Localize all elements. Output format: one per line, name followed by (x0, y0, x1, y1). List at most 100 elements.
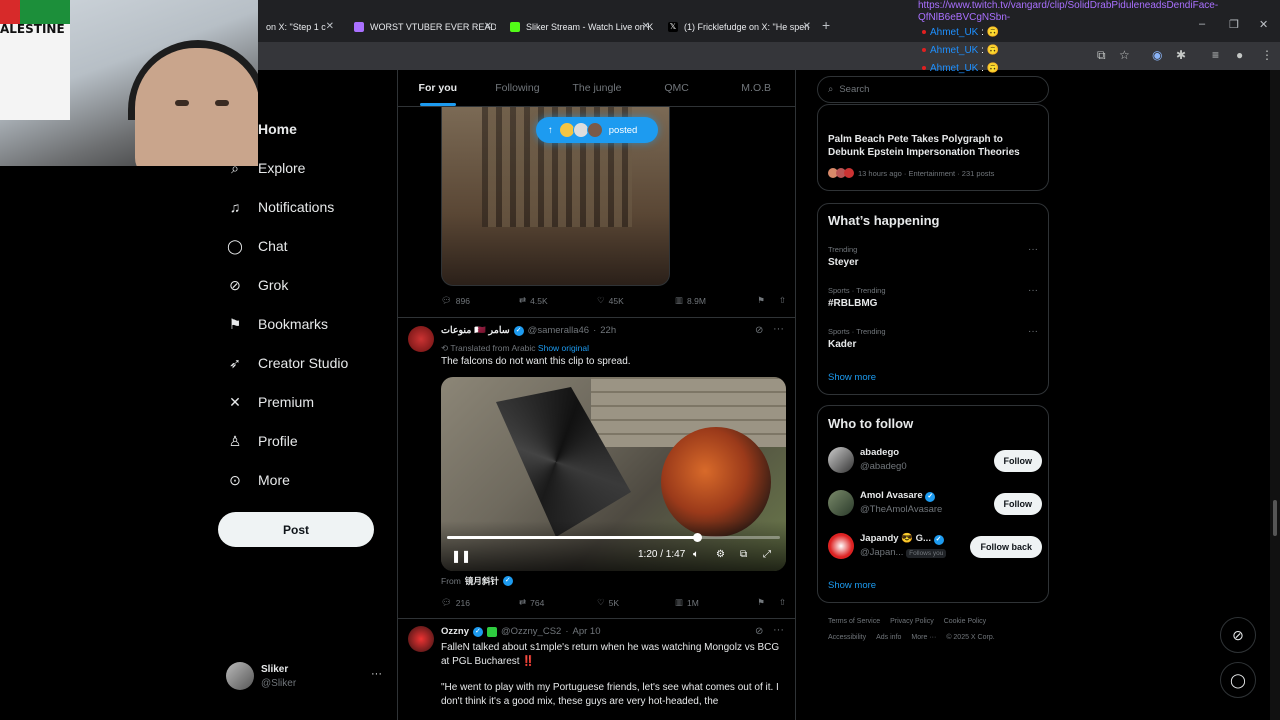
follow-button[interactable]: Follow (993, 450, 1042, 472)
search-input[interactable]: ⌕ Search (817, 76, 1049, 103)
nav-profile[interactable]: ♙ Profile (226, 432, 298, 450)
media-icon[interactable]: ≡ (1212, 48, 1219, 62)
follow-suggestion[interactable]: abadego @abadeg0 Follow (828, 445, 1042, 477)
grok-fab[interactable]: ⊘ (1220, 617, 1256, 653)
follow-back-button[interactable]: Follow back (970, 536, 1042, 558)
show-original-link[interactable]: Show original (538, 343, 589, 353)
browser-tab[interactable]: on X: "Step 1 c ✕ (258, 14, 338, 40)
avatar[interactable] (408, 326, 434, 352)
close-icon[interactable]: ✕ (642, 21, 650, 32)
footer-link[interactable]: More ··· (911, 634, 936, 641)
new-posts-pill[interactable]: ↑ posted (536, 117, 658, 143)
fullscreen-icon[interactable]: ⤢ (763, 549, 771, 560)
trend-name[interactable]: Kader (828, 339, 856, 350)
tab-qmc[interactable]: QMC (637, 70, 717, 106)
scrubber-handle[interactable] (692, 533, 702, 542)
bookmark-icon[interactable]: ⚑ (757, 597, 765, 608)
follow-suggestion[interactable]: Japandy 😎 G... ✓ @Japan... Follows you F… (828, 531, 1042, 563)
close-icon[interactable]: ✕ (803, 21, 811, 32)
show-more-link[interactable]: Show more (828, 580, 876, 591)
browser-tab[interactable]: Sliker Stream - Watch Live on K ✕ (502, 14, 654, 40)
bookmark-icon[interactable]: ⚑ (757, 295, 765, 306)
trend-name[interactable]: Steyer (828, 257, 859, 268)
nav-premium[interactable]: ✕ Premium (226, 393, 314, 411)
close-window-button[interactable]: ✕ (1259, 18, 1268, 31)
chat-fab[interactable]: ◯ (1220, 662, 1256, 698)
follow-suggestion[interactable]: Amol Avasare ✓ @TheAmolAvasare Follow (828, 488, 1042, 520)
news-card[interactable]: Palm Beach Pete Takes Polygraph to Debun… (817, 104, 1049, 191)
trend-name[interactable]: #RBLBMG (828, 298, 877, 309)
more-icon[interactable]: ··· (371, 668, 382, 680)
close-icon[interactable]: ✕ (484, 21, 492, 32)
new-tab-button[interactable]: + (822, 17, 830, 33)
like-button[interactable]: ♡ 45K (597, 295, 675, 306)
footer-link[interactable]: Accessibility (828, 634, 866, 641)
views-button[interactable]: ▥ 1M (675, 597, 753, 608)
post-time[interactable]: Apr 10 (573, 626, 601, 637)
extensions-icon[interactable]: ✱ (1176, 48, 1186, 62)
author-handle[interactable]: @sameralla46 (528, 325, 589, 336)
more-icon[interactable]: ··· (1028, 326, 1038, 337)
nav-notifications[interactable]: ♫ Notifications (226, 198, 335, 216)
volume-icon[interactable]: 🔈︎ (693, 549, 699, 560)
grok-icon[interactable]: ⊘ (755, 325, 763, 336)
nav-bookmarks[interactable]: ⚑ Bookmarks (226, 315, 328, 333)
post-time[interactable]: 22h (600, 325, 616, 336)
source-name[interactable]: 镜月斜针 (465, 575, 499, 587)
more-icon[interactable]: ··· (1028, 285, 1038, 296)
post-button[interactable]: Post (218, 512, 374, 547)
reply-button[interactable]: 💬︎ 896 (441, 295, 519, 306)
settings-icon[interactable]: ⚙ (716, 549, 725, 560)
footer-links: Terms of Service Privacy Policy Cookie P… (828, 618, 986, 625)
nav-chat[interactable]: ◯ Chat (226, 237, 287, 255)
tab-following[interactable]: Following (478, 70, 558, 106)
footer-link[interactable]: Ads info (876, 634, 901, 641)
trend-meta: Trending (828, 245, 858, 254)
star-icon[interactable]: ☆ (1119, 48, 1130, 62)
nav-label: More (258, 472, 290, 488)
menu-icon[interactable]: ⋮ (1261, 48, 1273, 62)
nav-more[interactable]: ⊙ More (226, 471, 290, 489)
browser-tab[interactable]: 𝕏 (1) Fricklefudge on X: "He spen ✕ (660, 14, 815, 40)
author-handle[interactable]: @Ozzny_CS2 (501, 626, 561, 637)
repost-button[interactable]: ⇄ 4.5K (519, 295, 597, 306)
nav-creator-studio[interactable]: ➶ Creator Studio (226, 354, 348, 372)
profile-icon[interactable]: ● (1236, 48, 1243, 62)
like-button[interactable]: ♡ 5K (597, 597, 675, 608)
close-icon[interactable]: ✕ (326, 21, 334, 32)
maximize-button[interactable]: ❐ (1229, 18, 1239, 31)
tab-mob[interactable]: M.O.B (716, 70, 795, 106)
follow-button[interactable]: Follow (993, 493, 1042, 515)
repost-button[interactable]: ⇄ 764 (519, 597, 597, 608)
share-icon[interactable]: ⇧ (779, 295, 786, 306)
audio-icon[interactable]: ◉ (1152, 48, 1162, 62)
scrollbar-thumb[interactable] (1273, 500, 1277, 536)
show-more-link[interactable]: Show more (828, 372, 876, 383)
scrollbar[interactable] (1270, 70, 1280, 720)
share-icon[interactable]: ⇧ (779, 597, 786, 608)
pause-icon[interactable]: ❚❚ (451, 549, 471, 563)
install-icon[interactable]: ⧉ (1097, 48, 1106, 63)
account-switcher[interactable]: Sliker @Sliker ··· (226, 662, 386, 692)
avatar[interactable] (408, 626, 434, 652)
grok-icon[interactable]: ⊘ (755, 626, 763, 637)
more-icon[interactable]: ··· (773, 624, 784, 636)
tab-the-jungle[interactable]: The jungle (557, 70, 637, 106)
video-progress[interactable] (447, 533, 780, 542)
video-source: From 镜月斜针 ✓ (441, 575, 513, 587)
tab-for-you[interactable]: For you (398, 70, 478, 106)
footer-link[interactable]: Terms of Service (828, 618, 880, 625)
author-name[interactable]: منوعات 🇶🇦 سامر (441, 325, 510, 336)
footer-link[interactable]: Cookie Policy (944, 618, 986, 625)
footer-link[interactable]: Privacy Policy (890, 618, 934, 625)
views-button[interactable]: ▥ 8.9M (675, 295, 753, 306)
author-name[interactable]: Ozzny (441, 626, 469, 637)
verified-icon: ✓ (925, 492, 936, 502)
browser-tab[interactable]: WORST VTUBER EVER READY T ✕ (346, 14, 496, 40)
video-player[interactable]: ❚❚ 1:20 / 1:47 🔈︎ ⚙ ⧉ ⤢ (441, 377, 786, 571)
more-icon[interactable]: ··· (773, 323, 784, 335)
pip-icon[interactable]: ⧉ (740, 549, 747, 560)
more-icon[interactable]: ··· (1028, 244, 1038, 255)
reply-button[interactable]: 💬︎ 216 (441, 597, 519, 608)
nav-grok[interactable]: ⊘ Grok (226, 276, 288, 294)
